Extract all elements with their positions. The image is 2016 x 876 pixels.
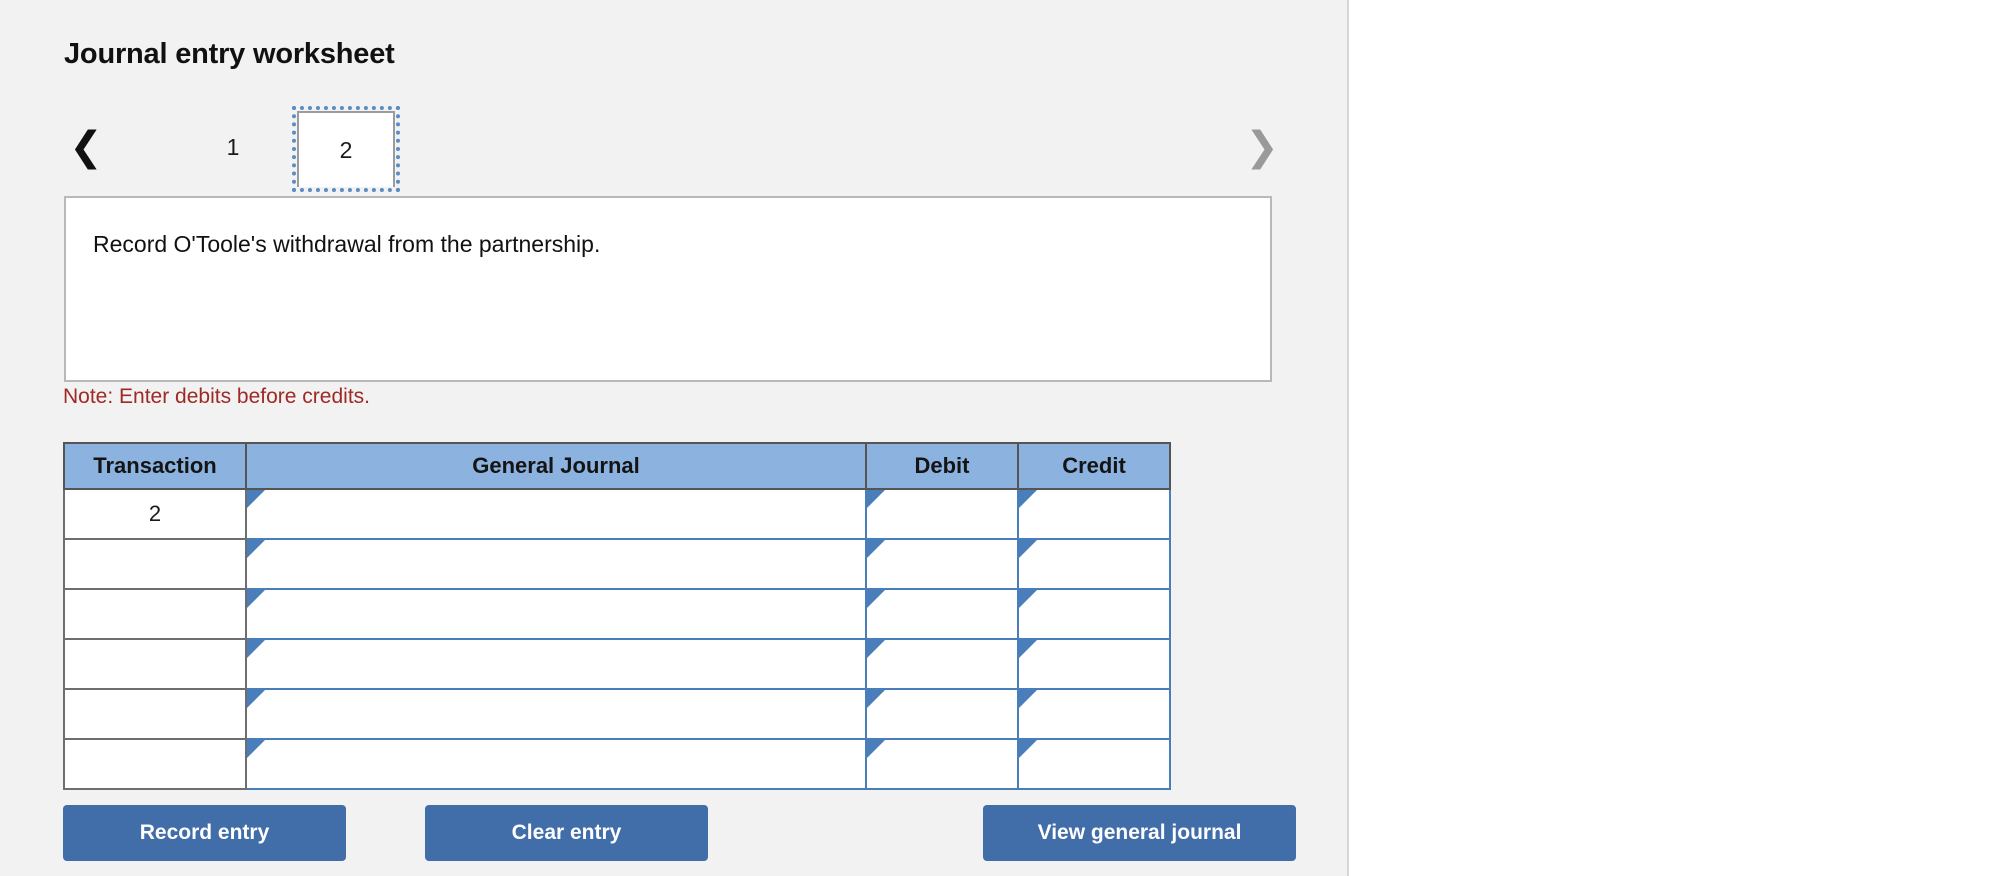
general-journal-select[interactable]: [245, 738, 867, 790]
dropdown-marker-icon: [247, 490, 265, 508]
worksheet-tab-2-label: 2: [339, 136, 353, 163]
dropdown-marker-icon: [247, 540, 265, 558]
journal-entry-worksheet-page: Journal entry worksheet ❮ 1 2 ❯ Record O…: [0, 0, 2016, 876]
debit-input[interactable]: [865, 538, 1019, 590]
page-title: Journal entry worksheet: [64, 38, 395, 70]
credit-input[interactable]: [1017, 738, 1171, 790]
transaction-description-text: Record O'Toole's withdrawal from the par…: [93, 231, 601, 257]
worksheet-tab-1[interactable]: 1: [196, 114, 270, 180]
table-header-row: Transaction General Journal Debit Credit: [63, 442, 1171, 490]
general-journal-select[interactable]: [245, 588, 867, 640]
table-row: [63, 638, 1171, 690]
column-header-debit: Debit: [865, 442, 1019, 490]
general-journal-select[interactable]: [245, 538, 867, 590]
table-row: [63, 688, 1171, 740]
dropdown-marker-icon: [247, 690, 265, 708]
transaction-description-box: Record O'Toole's withdrawal from the par…: [64, 196, 1272, 382]
dropdown-marker-icon: [247, 740, 265, 758]
journal-table-body: 2: [63, 488, 1171, 790]
dropdown-marker-icon: [867, 490, 885, 508]
general-journal-select[interactable]: [245, 638, 867, 690]
journal-entry-table: Transaction General Journal Debit Credit…: [63, 442, 1171, 790]
transaction-cell: [63, 688, 247, 740]
debit-input[interactable]: [865, 738, 1019, 790]
transaction-cell: [63, 538, 247, 590]
table-row: [63, 538, 1171, 590]
dropdown-marker-icon: [1019, 690, 1037, 708]
dropdown-marker-icon: [1019, 640, 1037, 658]
table-row: 2: [63, 488, 1171, 540]
dropdown-marker-icon: [1019, 740, 1037, 758]
dropdown-marker-icon: [867, 690, 885, 708]
debits-before-credits-note: Note: Enter debits before credits.: [63, 385, 370, 408]
record-entry-button[interactable]: Record entry: [63, 805, 346, 861]
credit-input[interactable]: [1017, 688, 1171, 740]
worksheet-tab-1-label: 1: [226, 133, 240, 160]
dropdown-marker-icon: [867, 740, 885, 758]
column-header-transaction: Transaction: [63, 442, 247, 490]
credit-input[interactable]: [1017, 488, 1171, 540]
clear-entry-button[interactable]: Clear entry: [425, 805, 708, 861]
worksheet-tab-strip: ❮ 1 2 ❯: [60, 106, 1290, 193]
general-journal-select[interactable]: [245, 688, 867, 740]
table-row: [63, 588, 1171, 640]
credit-input[interactable]: [1017, 638, 1171, 690]
transaction-cell: [63, 638, 247, 690]
worksheet-tab-2[interactable]: 2: [292, 106, 400, 192]
dropdown-marker-icon: [867, 540, 885, 558]
chevron-right-icon[interactable]: ❯: [1242, 119, 1282, 175]
debit-input[interactable]: [865, 588, 1019, 640]
debit-input[interactable]: [865, 688, 1019, 740]
general-journal-select[interactable]: [245, 488, 867, 540]
credit-input[interactable]: [1017, 588, 1171, 640]
chevron-left-icon[interactable]: ❮: [66, 119, 106, 175]
dropdown-marker-icon: [247, 590, 265, 608]
view-general-journal-button[interactable]: View general journal: [983, 805, 1296, 861]
transaction-cell: [63, 588, 247, 640]
dropdown-marker-icon: [1019, 490, 1037, 508]
dropdown-marker-icon: [1019, 540, 1037, 558]
dropdown-marker-icon: [867, 640, 885, 658]
transaction-cell: 2: [63, 488, 247, 540]
dropdown-marker-icon: [247, 640, 265, 658]
dropdown-marker-icon: [867, 590, 885, 608]
debit-input[interactable]: [865, 488, 1019, 540]
column-header-credit: Credit: [1017, 442, 1171, 490]
credit-input[interactable]: [1017, 538, 1171, 590]
dropdown-marker-icon: [1019, 590, 1037, 608]
transaction-cell: [63, 738, 247, 790]
debit-input[interactable]: [865, 638, 1019, 690]
table-row: [63, 738, 1171, 790]
column-header-general-journal: General Journal: [245, 442, 867, 490]
content-panel: Journal entry worksheet ❮ 1 2 ❯ Record O…: [0, 0, 1349, 876]
